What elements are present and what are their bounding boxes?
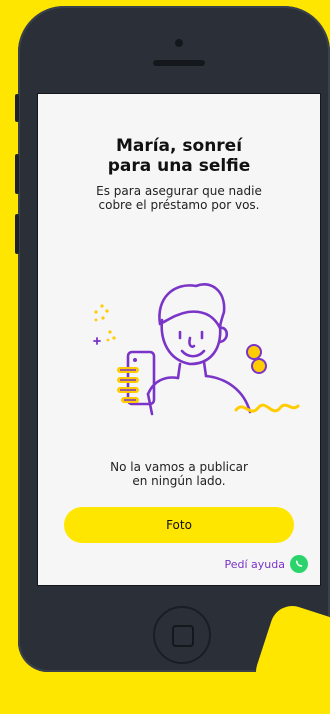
- phone-frame: María, sonreí para una selfie Es para as…: [15, 6, 330, 672]
- help-link-label: Pedí ayuda: [224, 557, 286, 571]
- squiggle-decoration: [234, 403, 300, 413]
- sparkle-plus-icon: [93, 337, 101, 345]
- front-camera: [175, 39, 183, 47]
- phone-volume-down-button: [15, 214, 19, 254]
- home-button[interactable]: [153, 606, 211, 664]
- sparkle-icon: [94, 304, 116, 342]
- home-square-icon: [172, 625, 194, 647]
- help-link[interactable]: Pedí ayuda: [224, 554, 308, 574]
- app-screen: María, sonreí para una selfie Es para as…: [37, 93, 321, 586]
- title-line-2: para una selfie: [107, 156, 251, 176]
- phone-volume-up-button: [15, 154, 19, 194]
- privacy-note-line-1: No la vamos a publicar: [110, 460, 248, 474]
- coins-icon: [246, 344, 267, 374]
- selfie-person-illustration: [93, 283, 300, 416]
- take-photo-button[interactable]: Foto: [64, 507, 294, 543]
- whatsapp-icon: [290, 555, 308, 573]
- privacy-note-line-2: en ningún lado.: [132, 474, 226, 488]
- title-line-1: María, sonreí: [115, 136, 243, 156]
- earpiece-speaker: [153, 60, 205, 66]
- phone-mute-switch: [15, 94, 19, 122]
- subtitle-line-1: Es para asegurar que nadie: [96, 184, 262, 198]
- subtitle-line-2: cobre el préstamo por vos.: [98, 198, 260, 212]
